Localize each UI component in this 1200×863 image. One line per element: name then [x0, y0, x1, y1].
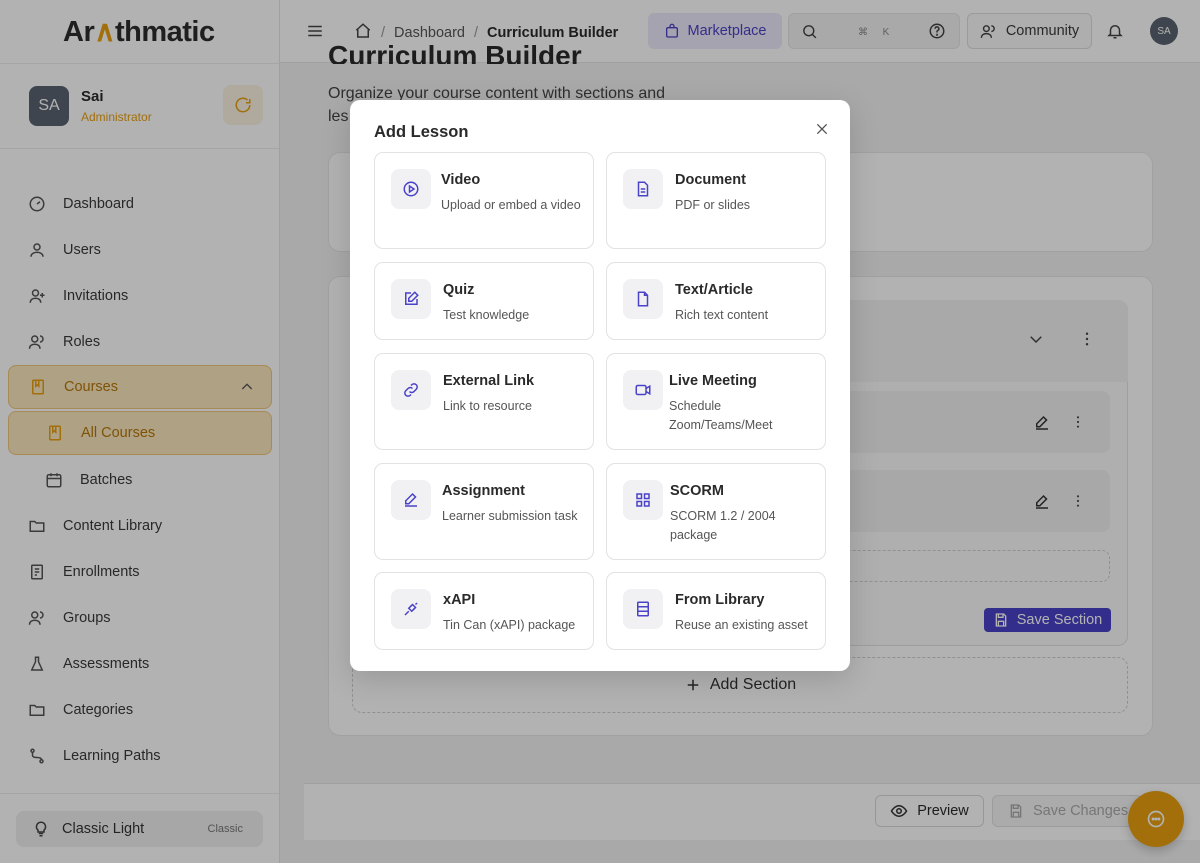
- lesson-type-scorm[interactable]: SCORM SCORM 1.2 / 2004 package: [606, 463, 826, 560]
- option-description: Test knowledge: [443, 308, 530, 322]
- option-description: Link to resource: [443, 399, 532, 413]
- add-lesson-dialog: Add Lesson Video Upload or embed a video…: [350, 100, 850, 671]
- option-title: SCORM: [670, 483, 724, 499]
- library-icon: [623, 589, 663, 629]
- option-description: PDF or slides: [675, 198, 751, 212]
- pen-icon: [391, 480, 431, 520]
- lesson-type-xapi[interactable]: xAPI Tin Can (xAPI) package: [374, 572, 594, 650]
- option-title: Live Meeting: [669, 373, 757, 389]
- play-circle-icon: [391, 169, 431, 209]
- grid-icon: [623, 480, 663, 520]
- option-title: Video: [441, 172, 481, 188]
- edit-square-icon: [391, 279, 431, 319]
- video-camera-icon: [623, 370, 663, 410]
- option-title: Quiz: [443, 282, 475, 298]
- option-description: Rich text content: [675, 308, 769, 322]
- file-text-icon: [623, 169, 663, 209]
- option-description: Learner submission task: [442, 509, 578, 523]
- lesson-type-live-meeting[interactable]: Live Meeting Schedule Zoom/Teams/Meet: [606, 353, 826, 450]
- lesson-type-assignment[interactable]: Assignment Learner submission task: [374, 463, 594, 560]
- lesson-type-document[interactable]: Document PDF or slides: [606, 152, 826, 249]
- file-icon: [623, 279, 663, 319]
- option-description: Reuse an existing asset: [675, 618, 808, 632]
- lesson-type-text-article[interactable]: Text/Article Rich text content: [606, 262, 826, 340]
- lesson-type-quiz[interactable]: Quiz Test knowledge: [374, 262, 594, 340]
- option-description: Upload or embed a video: [441, 198, 581, 212]
- option-description: SCORM 1.2 / 2004 package: [670, 509, 776, 542]
- dialog-title: Add Lesson: [374, 123, 469, 141]
- option-title: From Library: [675, 592, 765, 608]
- option-description: Tin Can (xAPI) package: [443, 618, 576, 632]
- lesson-type-from-library[interactable]: From Library Reuse an existing asset: [606, 572, 826, 650]
- link-icon: [391, 370, 431, 410]
- close-icon: [816, 123, 828, 135]
- option-title: Text/Article: [675, 282, 753, 298]
- option-title: xAPI: [443, 592, 476, 608]
- option-title: External Link: [443, 373, 535, 389]
- lesson-type-external-link[interactable]: External Link Link to resource: [374, 353, 594, 450]
- option-description: Schedule Zoom/Teams/Meet: [669, 399, 773, 432]
- close-button[interactable]: [812, 119, 832, 139]
- plug-icon: [391, 589, 431, 629]
- option-title: Document: [675, 172, 746, 188]
- lesson-type-video[interactable]: Video Upload or embed a video: [374, 152, 594, 249]
- option-title: Assignment: [442, 483, 525, 499]
